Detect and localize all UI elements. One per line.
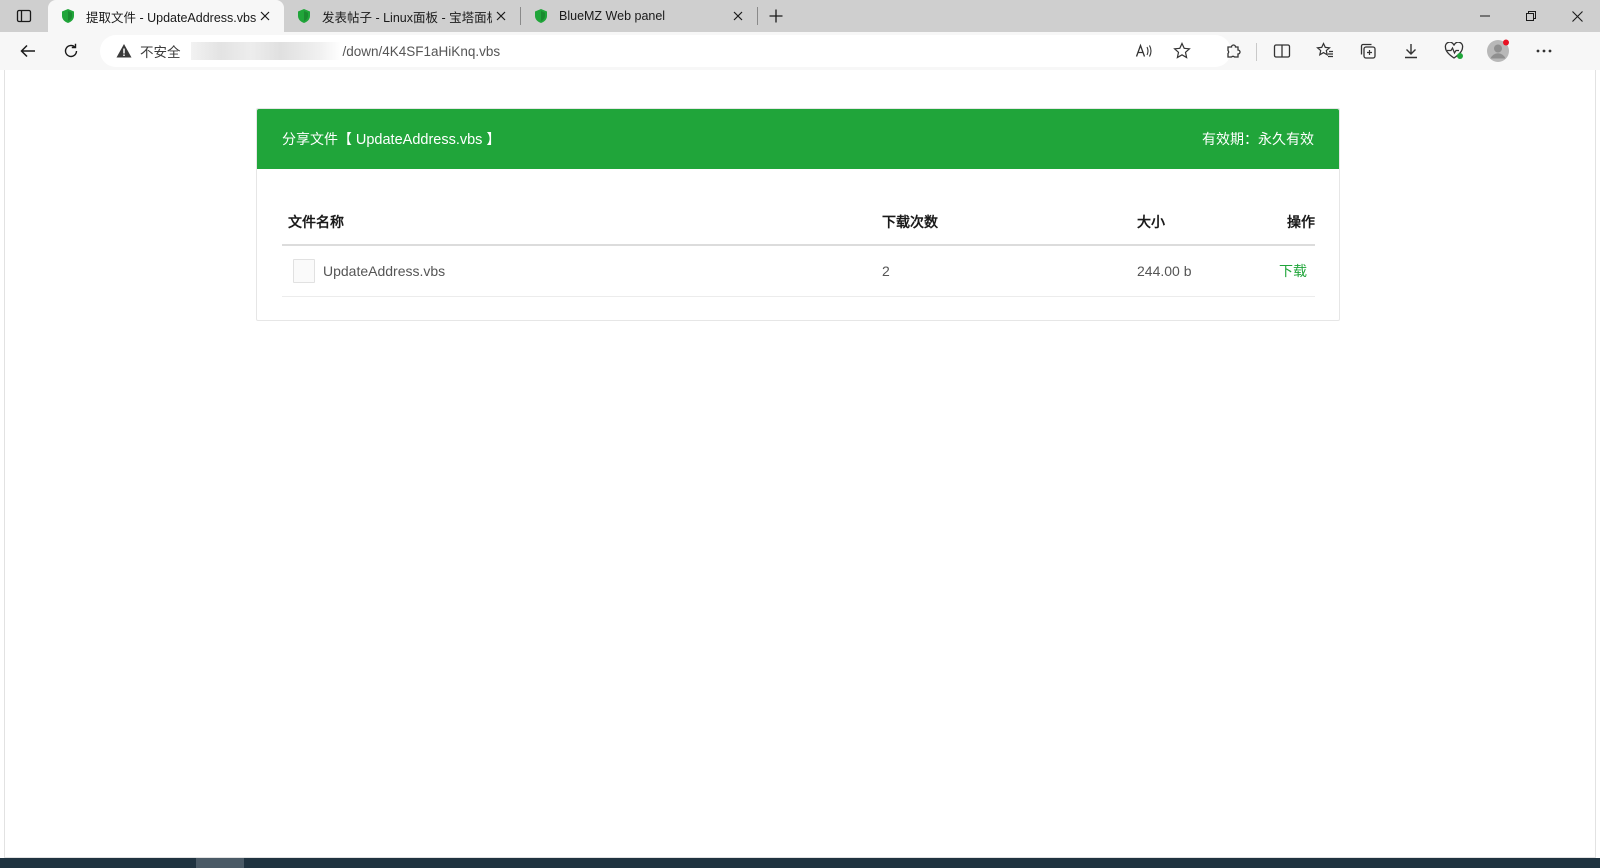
- restore-icon: [1526, 11, 1536, 21]
- tab-actions-icon: [16, 9, 32, 23]
- back-button[interactable]: [12, 35, 44, 67]
- address-bar[interactable]: 不安全 /down/4K4SF1aHiKnq.vbs: [100, 35, 1231, 67]
- browser-essentials-button[interactable]: [1438, 35, 1470, 67]
- tab-extract-file[interactable]: 提取文件 - UpdateAddress.vbs: [48, 0, 284, 32]
- restore-button[interactable]: [1508, 0, 1554, 32]
- tab-post-thread[interactable]: 发表帖子 - Linux面板 - 宝塔面板: [284, 0, 520, 32]
- table-header-row: 文件名称 下载次数 大小 操作: [282, 199, 1315, 246]
- minimize-icon: [1480, 15, 1490, 17]
- collections-icon: [1360, 43, 1376, 59]
- refresh-icon: [64, 43, 78, 58]
- tab-close-icon[interactable]: [492, 7, 510, 25]
- tab-title: 发表帖子 - Linux面板 - 宝塔面板: [322, 10, 492, 25]
- share-title-prefix: 分享文件【: [282, 131, 356, 147]
- share-panel-header: 分享文件【 UpdateAddress.vbs 】 有效期：永久有效: [257, 109, 1339, 169]
- collections-button[interactable]: [1352, 35, 1384, 67]
- heartbeat-shield-icon: [1444, 42, 1464, 59]
- redacted-host: [190, 42, 341, 60]
- baota-shield-icon: [535, 9, 547, 23]
- share-filename: UpdateAddress.vbs: [355, 132, 483, 148]
- close-icon: [1571, 10, 1583, 22]
- baota-shield-icon: [298, 9, 310, 23]
- file-name-cell: UpdateAddress.vbs: [293, 259, 445, 283]
- file-icon: [293, 259, 315, 283]
- security-label[interactable]: 不安全: [140, 41, 181, 61]
- back-arrow-icon: [20, 44, 35, 58]
- tab-title: BlueMZ Web panel: [559, 9, 666, 23]
- split-screen-button[interactable]: [1266, 35, 1298, 67]
- file-size: 244.00 b: [1137, 263, 1192, 279]
- file-table: 文件名称 下载次数 大小 操作 UpdateAddress.vbs 2 244.…: [282, 199, 1315, 297]
- share-title: 分享文件【 UpdateAddress.vbs 】: [282, 129, 500, 149]
- tab-close-icon[interactable]: [729, 7, 747, 25]
- star-icon: [1173, 42, 1191, 59]
- taskbar-active-app[interactable]: [196, 858, 244, 868]
- os-taskbar: [0, 858, 1600, 868]
- not-secure-warning-icon: [116, 44, 132, 58]
- tab-close-icon[interactable]: [256, 7, 274, 25]
- column-header-downloads: 下载次数: [882, 213, 938, 230]
- column-header-size: 大小: [1137, 213, 1165, 230]
- download-link[interactable]: 下载: [1279, 261, 1307, 281]
- read-aloud-button[interactable]: [1128, 35, 1160, 67]
- validity-label: 有效期：永久有效: [1202, 131, 1314, 147]
- url-text: /down/4K4SF1aHiKnq.vbs: [342, 43, 501, 59]
- close-window-button[interactable]: [1554, 0, 1600, 32]
- share-title-suffix: 】: [482, 131, 501, 147]
- profile-button[interactable]: [1482, 35, 1514, 67]
- file-name: UpdateAddress.vbs: [323, 263, 446, 279]
- column-header-action: 操作: [1287, 213, 1315, 230]
- avatar-icon: [1487, 39, 1509, 62]
- tab-strip: 提取文件 - UpdateAddress.vbs 发表帖子 - Linux面板 …: [0, 0, 1600, 32]
- read-aloud-icon: [1135, 43, 1152, 57]
- more-ellipsis-icon: [1536, 49, 1552, 53]
- tab-actions-button[interactable]: [0, 0, 48, 32]
- refresh-button[interactable]: [55, 35, 87, 67]
- browser-toolbar: 不安全 /down/4K4SF1aHiKnq.vbs: [0, 32, 1600, 70]
- minimize-button[interactable]: [1462, 0, 1508, 32]
- tab-bluemz-panel[interactable]: BlueMZ Web panel: [521, 0, 757, 32]
- new-tab-button[interactable]: [758, 0, 794, 32]
- download-count: 2: [882, 263, 890, 279]
- puzzle-icon: [1227, 44, 1241, 58]
- tab-title: 提取文件 - UpdateAddress.vbs: [86, 10, 256, 25]
- favorites-button[interactable]: [1309, 35, 1341, 67]
- share-file-panel: 分享文件【 UpdateAddress.vbs 】 有效期：永久有效 文件名称 …: [256, 108, 1340, 321]
- plus-icon: [769, 9, 783, 23]
- split-screen-icon: [1273, 44, 1291, 58]
- extensions-button[interactable]: [1218, 35, 1250, 67]
- add-favorite-button[interactable]: [1166, 35, 1198, 67]
- downloads-button[interactable]: [1395, 35, 1427, 67]
- download-icon: [1405, 44, 1417, 59]
- toolbar-divider: [1256, 43, 1257, 61]
- favorites-star-list-icon: [1316, 42, 1333, 58]
- window-controls: [1462, 0, 1600, 32]
- table-row: UpdateAddress.vbs 2 244.00 b 下载: [282, 246, 1315, 297]
- settings-more-button[interactable]: [1528, 35, 1560, 67]
- baota-shield-icon: [62, 9, 74, 23]
- column-header-filename: 文件名称: [288, 213, 344, 230]
